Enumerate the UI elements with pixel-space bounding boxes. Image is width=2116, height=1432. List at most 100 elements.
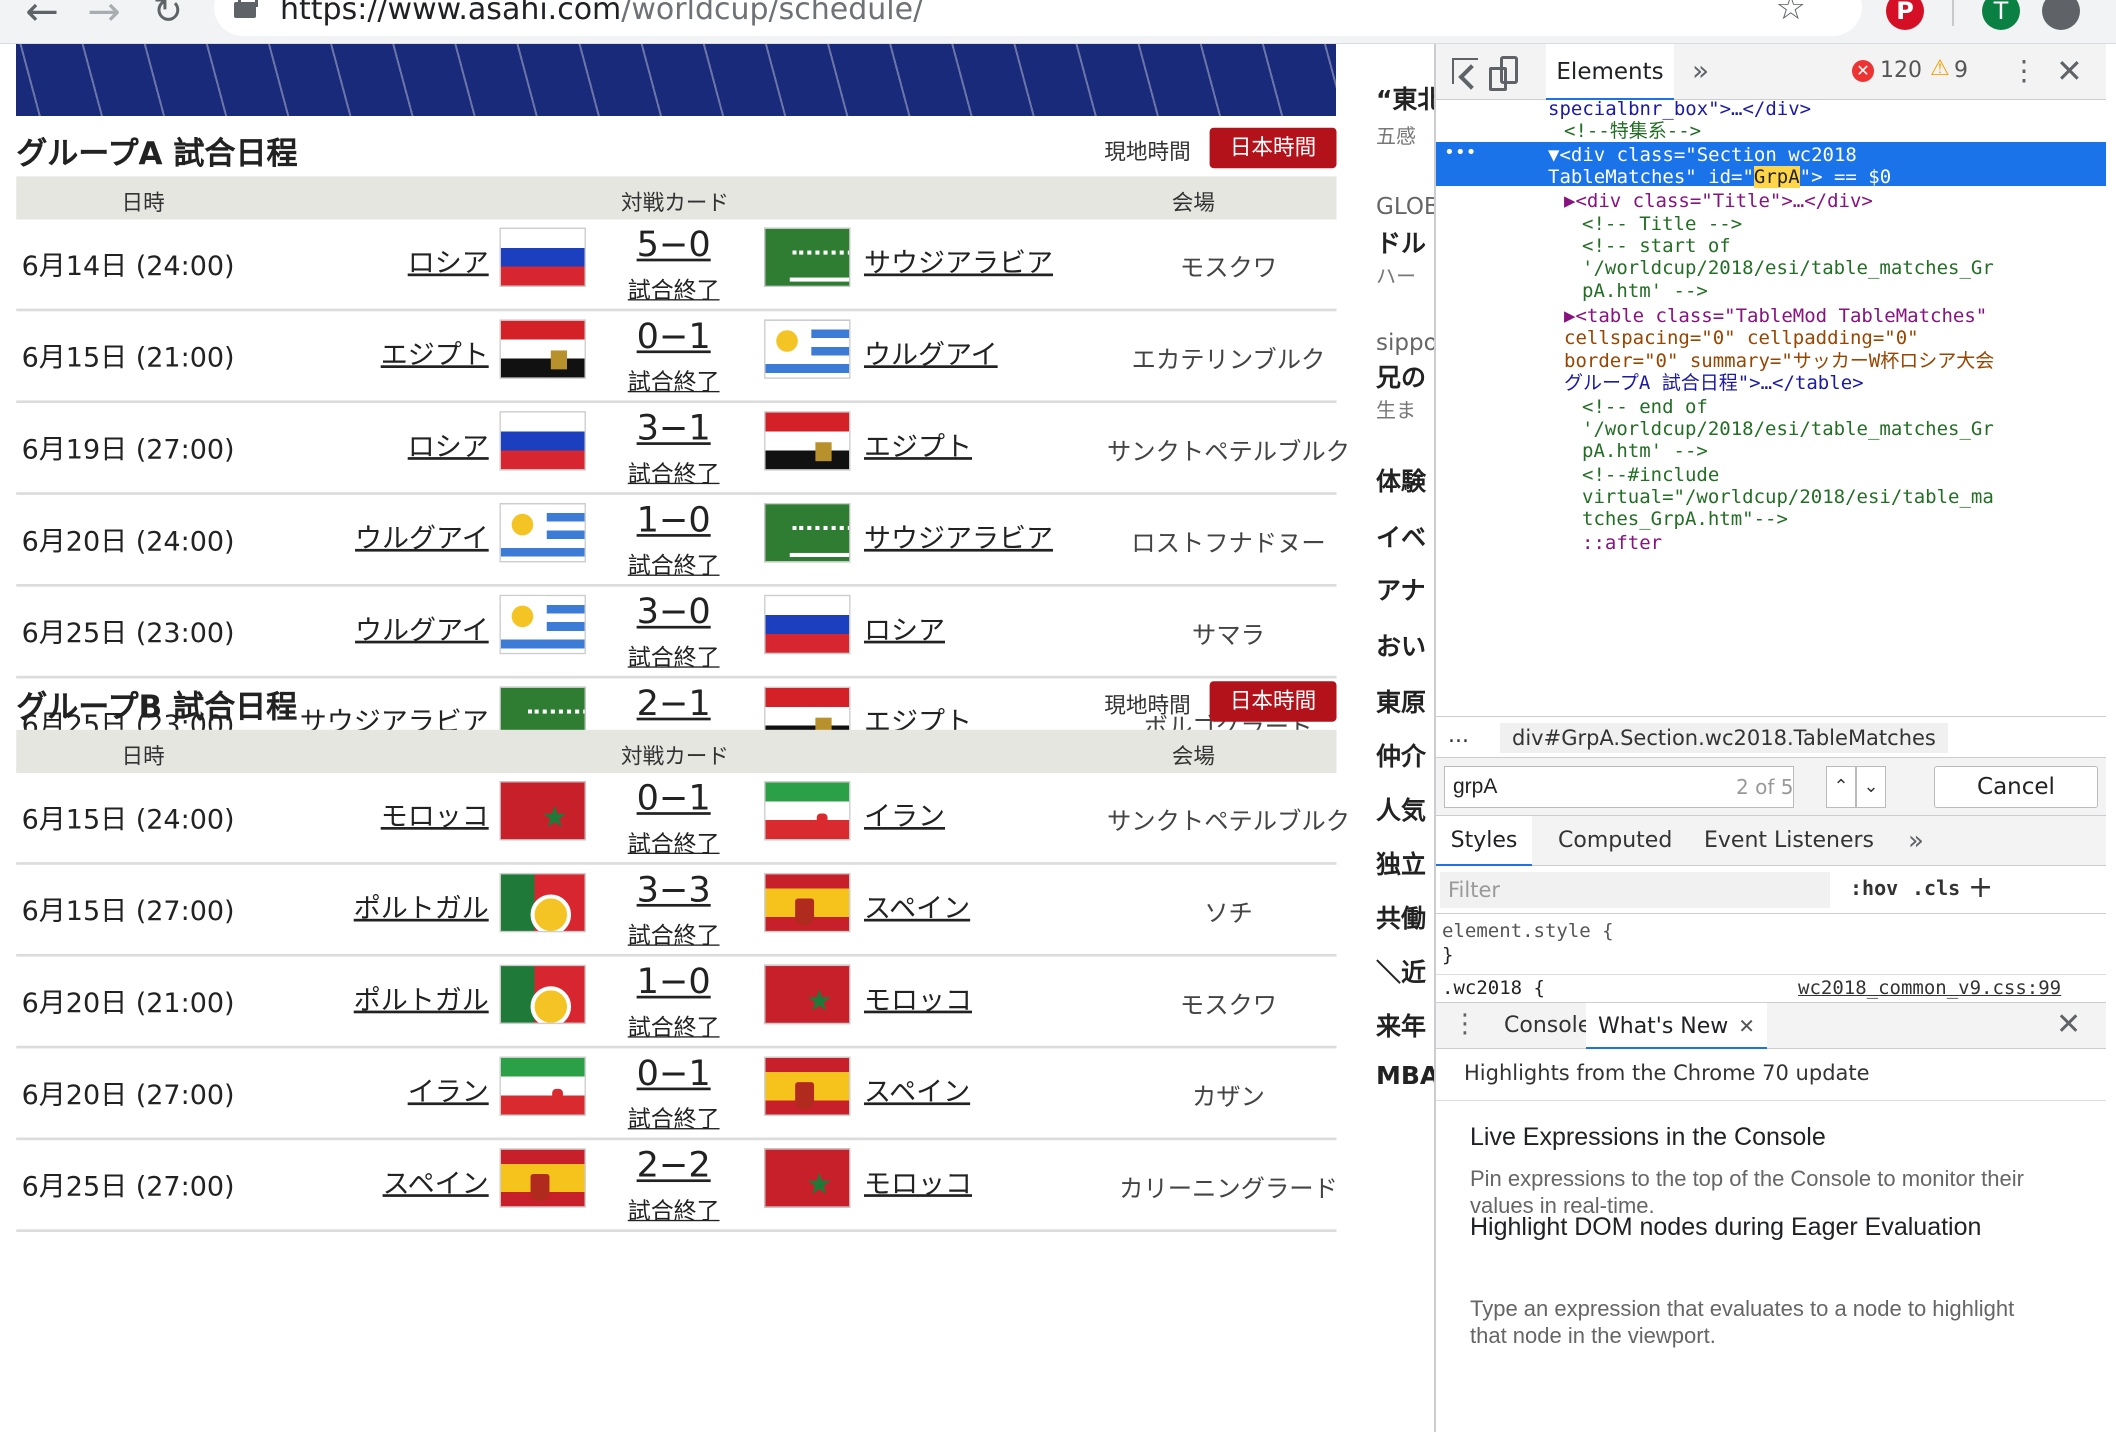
search-next-icon[interactable]: ⌄: [1856, 766, 1886, 808]
sidebar-headline[interactable]: 来年: [1376, 1007, 1426, 1043]
away-team-link[interactable]: エジプト: [864, 425, 972, 464]
sidebar-headline[interactable]: 体験: [1376, 462, 1426, 498]
inspect-element-icon[interactable]: [1452, 58, 1478, 84]
sidebar-headline[interactable]: GLOB: [1376, 194, 1434, 220]
sidebar-headline[interactable]: ＼近: [1376, 953, 1426, 989]
match-score-link[interactable]: 0−1: [599, 1054, 748, 1095]
more-tabs-icon[interactable]: »: [1908, 816, 1924, 866]
home-team-link[interactable]: ポルトガル: [354, 978, 489, 1017]
error-icon[interactable]: ✕: [1852, 60, 1874, 82]
sidebar-headline[interactable]: 東原: [1376, 683, 1426, 719]
dom-line[interactable]: virtual="/worldcup/2018/esi/table_ma: [1582, 486, 1994, 508]
profile-avatar-icon[interactable]: T: [1982, 0, 2020, 30]
device-toolbar-icon[interactable]: [1489, 56, 1518, 91]
dom-line[interactable]: ::after: [1582, 532, 1662, 554]
url-text[interactable]: https://www.asahi.com/worldcup/schedule/: [280, 0, 923, 27]
dom-line[interactable]: ▶<div class="Title">…</div>: [1564, 190, 1873, 212]
match-score-link[interactable]: 0−1: [599, 317, 748, 358]
close-tab-icon[interactable]: ✕: [1738, 1014, 1755, 1038]
whats-new-item-title[interactable]: Highlight DOM nodes during Eager Evaluat…: [1470, 1209, 2030, 1245]
dom-line[interactable]: <!-- start of: [1582, 235, 1731, 257]
sidebar-headline[interactable]: 人気: [1376, 791, 1426, 827]
home-team-link[interactable]: ロシア: [408, 241, 489, 280]
breadcrumb-item[interactable]: div#GrpA.Section.wc2018.TableMatches: [1500, 723, 1948, 753]
sidebar-headline[interactable]: MBA: [1376, 1061, 1434, 1090]
whats-new-item-title[interactable]: Live Expressions in the Console: [1470, 1123, 1826, 1152]
search-previous-icon[interactable]: ⌃: [1826, 766, 1856, 808]
sidebar-headline[interactable]: sippo: [1376, 330, 1434, 356]
sidebar-headline[interactable]: 共働: [1376, 899, 1426, 935]
tab-computed[interactable]: Computed: [1558, 816, 1672, 866]
dom-tree[interactable]: ••• specialbnr_box">…</div> <!--特集系--> ▼…: [1436, 100, 2106, 716]
dom-line[interactable]: pA.htm' -->: [1582, 280, 1708, 302]
match-score-link[interactable]: 3−1: [599, 409, 748, 450]
css-source-link[interactable]: wc2018_common_v9.css:99: [1798, 977, 2061, 999]
drawer-menu-icon[interactable]: ⋮: [1452, 1009, 1478, 1039]
extension-icon[interactable]: [2042, 0, 2080, 30]
match-score-link[interactable]: 3−3: [599, 870, 748, 911]
home-team-link[interactable]: ウルグアイ: [355, 608, 489, 647]
reload-icon[interactable]: ↻: [144, 0, 192, 32]
error-count[interactable]: 120: [1880, 58, 1922, 83]
match-status-link[interactable]: 試合終了: [599, 454, 748, 488]
address-bar[interactable]: https://www.asahi.com/worldcup/schedule/…: [214, 0, 1862, 36]
sidebar-headline[interactable]: 兄の: [1376, 358, 1426, 394]
sidebar-headline[interactable]: ハー: [1376, 260, 1416, 289]
node-actions-icon[interactable]: •••: [1444, 142, 1477, 164]
away-team-link[interactable]: ウルグアイ: [864, 333, 998, 372]
close-devtools-icon[interactable]: ✕: [2056, 52, 2083, 90]
close-drawer-icon[interactable]: ✕: [2056, 1007, 2081, 1042]
match-status-link[interactable]: 試合終了: [599, 916, 748, 950]
home-team-link[interactable]: ウルグアイ: [355, 517, 489, 556]
local-time-toggle[interactable]: 現地時間: [1104, 133, 1190, 165]
match-score-link[interactable]: 1−0: [599, 962, 748, 1003]
match-score-link[interactable]: 5−0: [599, 225, 748, 266]
warning-count[interactable]: 9: [1954, 58, 1968, 83]
match-status-link[interactable]: 試合終了: [599, 546, 748, 580]
devtools-menu-icon[interactable]: ⋮: [2010, 54, 2038, 87]
class-toggle[interactable]: .cls: [1912, 876, 1960, 900]
home-team-link[interactable]: ロシア: [408, 425, 489, 464]
japan-time-toggle[interactable]: 日本時間: [1209, 127, 1337, 169]
away-team-link[interactable]: スペイン: [864, 1070, 970, 1109]
match-status-link[interactable]: 試合終了: [599, 1192, 748, 1225]
tab-whats-new[interactable]: What's New ✕: [1586, 1003, 1768, 1049]
element-style-rule[interactable]: element.style {: [1442, 920, 1614, 942]
away-team-link[interactable]: スペイン: [864, 886, 970, 925]
sidebar-headline[interactable]: 五感: [1376, 120, 1416, 149]
japan-time-toggle[interactable]: 日本時間: [1209, 681, 1337, 722]
dom-line-selected[interactable]: ▼<div class="Section wc2018: [1548, 144, 1857, 166]
dom-line[interactable]: tches_GrpA.htm"-->: [1582, 508, 1788, 530]
dom-line[interactable]: <!--特集系-->: [1564, 120, 1701, 142]
sidebar-headline[interactable]: 仲介: [1376, 737, 1426, 773]
new-style-rule-icon[interactable]: +: [1968, 870, 1993, 905]
styles-filter-input[interactable]: Filter: [1440, 872, 1830, 908]
dom-line[interactable]: border="0" summary="サッカーW杯ロシア大会: [1564, 350, 1994, 372]
more-tabs-icon[interactable]: »: [1692, 54, 1709, 87]
dom-line[interactable]: <!--#include: [1582, 464, 1719, 486]
away-team-link[interactable]: モロッコ: [864, 1162, 972, 1201]
match-status-link[interactable]: 試合終了: [599, 638, 748, 672]
match-status-link[interactable]: 試合終了: [599, 363, 748, 396]
home-team-link[interactable]: ポルトガル: [354, 886, 489, 925]
match-score-link[interactable]: 3−0: [599, 592, 748, 633]
away-team-link[interactable]: ロシア: [864, 608, 945, 647]
sidebar-headline[interactable]: “東北: [1376, 80, 1434, 116]
sidebar-headline[interactable]: アナ: [1376, 571, 1426, 607]
dom-line[interactable]: <!-- end of: [1582, 396, 1708, 418]
match-status-link[interactable]: 試合終了: [599, 1008, 748, 1042]
match-score-link[interactable]: 2−2: [599, 1146, 748, 1187]
dom-line[interactable]: ▶<table class="TableMod TableMatches": [1564, 305, 1987, 327]
match-score-link[interactable]: 1−0: [599, 500, 748, 541]
match-status-link[interactable]: 試合終了: [599, 271, 748, 305]
match-score-link[interactable]: 0−1: [599, 778, 748, 819]
dom-line[interactable]: '/worldcup/2018/esi/table_matches_Gr: [1582, 257, 1994, 279]
search-cancel-button[interactable]: Cancel: [1934, 766, 2098, 808]
dom-line[interactable]: specialbnr_box">…</div>: [1548, 100, 1811, 120]
bookmark-star-icon[interactable]: ☆: [1776, 0, 1806, 28]
tab-styles[interactable]: Styles: [1436, 816, 1532, 866]
tab-elements[interactable]: Elements: [1546, 44, 1674, 100]
dom-line[interactable]: グループA 試合日程">…</table>: [1564, 372, 1864, 394]
away-team-link[interactable]: サウジアラビア: [864, 241, 1053, 280]
sidebar-headline[interactable]: イベ: [1376, 518, 1426, 554]
